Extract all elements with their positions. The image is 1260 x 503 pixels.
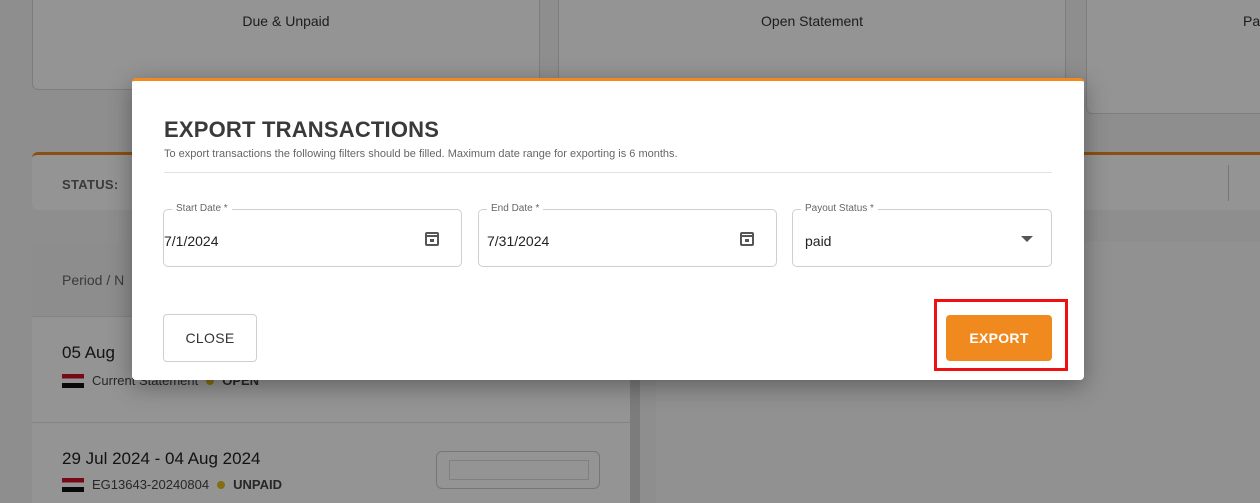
payout-status-label: Payout Status * [801, 203, 878, 214]
start-date-label: Start Date * [172, 203, 232, 214]
end-date-value: 7/31/2024 [487, 233, 550, 249]
close-button[interactable]: CLOSE [163, 314, 257, 362]
calendar-icon[interactable] [425, 232, 439, 246]
start-date-field[interactable]: Start Date * 7/1/2024 [163, 203, 462, 267]
export-transactions-dialog: EXPORT TRANSACTIONS To export transactio… [132, 78, 1084, 380]
dialog-subtitle: To export transactions the following fil… [164, 148, 678, 160]
payout-status-value: paid [805, 233, 832, 249]
end-date-label: End Date * [487, 203, 544, 214]
export-button[interactable]: EXPORT [946, 315, 1052, 361]
end-date-field[interactable]: End Date * 7/31/2024 [478, 203, 777, 267]
divider [164, 172, 1052, 173]
calendar-icon[interactable] [740, 232, 754, 246]
payout-status-select[interactable]: Payout Status * paid [792, 203, 1052, 267]
dialog-title: EXPORT TRANSACTIONS [164, 117, 440, 142]
start-date-value: 7/1/2024 [164, 233, 219, 249]
chevron-down-icon[interactable] [1021, 236, 1033, 242]
